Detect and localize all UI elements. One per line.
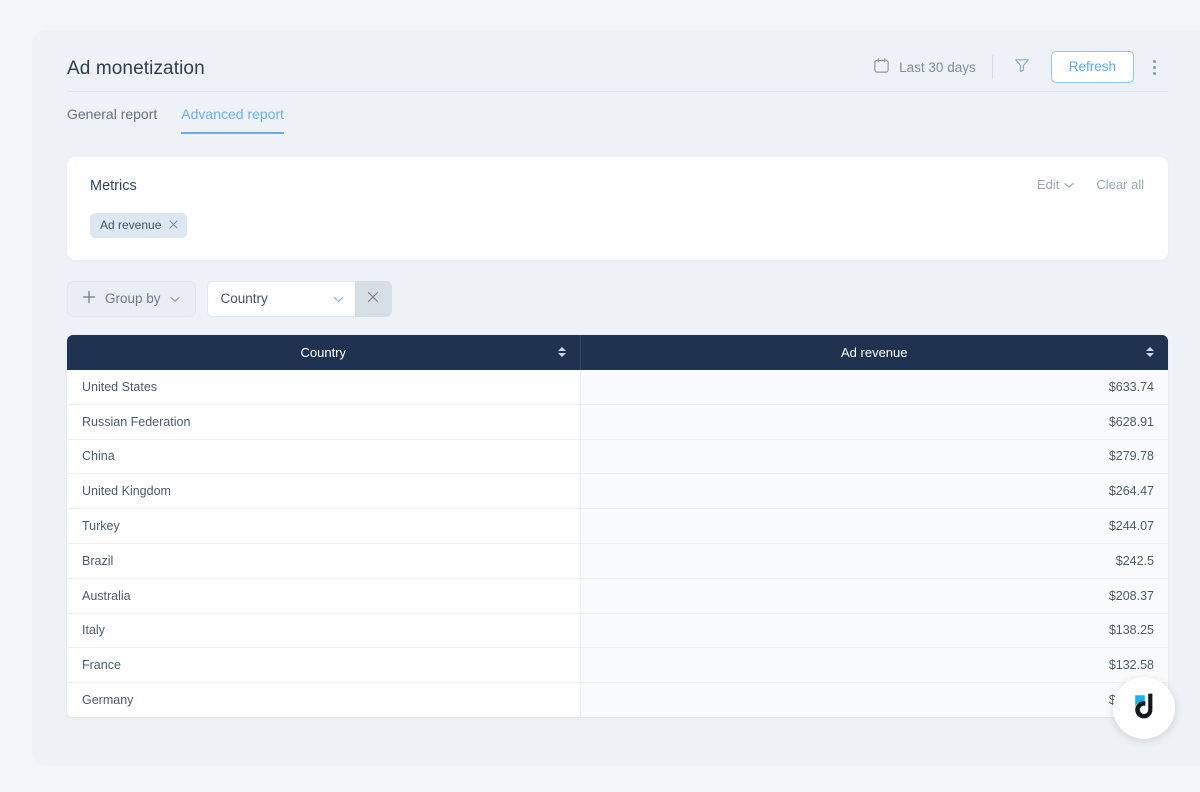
metrics-chip-list: Ad revenue xyxy=(90,212,1144,238)
column-header-ad-revenue-label: Ad revenue xyxy=(841,344,908,360)
cell-country: Brazil xyxy=(67,543,581,579)
calendar-icon xyxy=(873,57,890,77)
cell-country: China xyxy=(67,439,581,475)
filter-funnel-icon xyxy=(1013,56,1031,79)
table-row[interactable]: Australia $208.37 xyxy=(67,578,1168,614)
metric-chip-ad-revenue[interactable]: Ad revenue xyxy=(90,212,188,238)
cell-country: United States xyxy=(67,369,581,405)
cell-country: Turkey xyxy=(67,508,581,544)
group-by-row: Group by Country xyxy=(67,280,1168,317)
toolbar-divider xyxy=(991,55,993,79)
cell-country: Italy xyxy=(67,613,581,649)
plus-icon xyxy=(82,290,96,307)
column-header-country-label: Country xyxy=(300,344,347,360)
sort-updown-icon[interactable] xyxy=(557,347,566,357)
metrics-title: Metrics xyxy=(90,178,137,194)
chevron-down-icon xyxy=(169,291,180,306)
table-row[interactable]: Italy $138.25 xyxy=(67,613,1168,649)
table-row[interactable]: United States $633.74 xyxy=(67,369,1168,405)
chevron-down-icon xyxy=(1064,177,1074,192)
cell-country: Germany xyxy=(67,682,581,718)
table-row[interactable]: Russian Federation $628.91 xyxy=(67,404,1168,440)
table-row[interactable]: Germany $129.59 xyxy=(67,682,1168,718)
filter-button[interactable] xyxy=(1007,52,1037,82)
cell-country: United Kingdom xyxy=(67,473,581,510)
metrics-card: Metrics Edit Clear all Ad revenue xyxy=(67,157,1168,260)
cell-ad-revenue: $628.91 xyxy=(580,404,1168,440)
close-x-icon[interactable] xyxy=(169,220,178,229)
group-by-dimension-select[interactable]: Country xyxy=(206,280,355,317)
header-toolbar: Last 30 days Refresh xyxy=(873,39,1168,84)
report-content: Metrics Edit Clear all Ad revenue Group … xyxy=(32,138,1200,718)
more-vertical-icon[interactable] xyxy=(1140,52,1168,82)
app-panel: Ad monetization Last 30 days Refresh Gen… xyxy=(32,30,1200,766)
metrics-edit-button[interactable]: Edit xyxy=(1037,177,1074,192)
table-header-row: Country Ad revenue xyxy=(67,334,1168,370)
support-chat-button[interactable] xyxy=(1113,677,1175,739)
page-header: Ad monetization Last 30 days Refresh xyxy=(32,30,1200,92)
refresh-button[interactable]: Refresh xyxy=(1050,50,1134,84)
date-range-picker[interactable]: Last 30 days xyxy=(873,57,992,77)
report-tabs: General report Advanced report xyxy=(32,92,1200,138)
close-x-icon xyxy=(367,290,379,308)
metrics-card-header: Metrics Edit Clear all xyxy=(90,177,1144,194)
table-row[interactable]: Turkey $244.07 xyxy=(67,508,1168,544)
cell-ad-revenue: $633.74 xyxy=(580,369,1168,405)
cell-ad-revenue: $244.07 xyxy=(580,508,1168,544)
table-row[interactable]: Brazil $242.5 xyxy=(67,543,1168,579)
tab-advanced-report[interactable]: Advanced report xyxy=(169,92,296,134)
cell-ad-revenue: $264.47 xyxy=(580,473,1168,510)
report-table: Country Ad revenue United States $633.74 xyxy=(67,334,1168,718)
column-header-country[interactable]: Country xyxy=(67,334,580,370)
group-by-dimension-control: Country xyxy=(206,280,392,317)
metrics-edit-label: Edit xyxy=(1036,177,1060,192)
cell-ad-revenue: $129.59 xyxy=(580,682,1168,718)
cell-ad-revenue: $242.5 xyxy=(580,543,1168,579)
page-title: Ad monetization xyxy=(67,57,205,79)
cell-ad-revenue: $208.37 xyxy=(580,578,1168,614)
group-by-clear-button[interactable] xyxy=(354,280,392,317)
table-row[interactable]: United Kingdom $264.47 xyxy=(67,473,1168,510)
metrics-clear-all-button[interactable]: Clear all xyxy=(1096,177,1144,192)
cell-country: France xyxy=(67,647,581,684)
tab-general-report[interactable]: General report xyxy=(67,92,169,134)
group-by-label: Group by xyxy=(105,291,161,306)
add-group-by-button[interactable]: Group by xyxy=(67,280,196,317)
chevron-down-icon xyxy=(333,291,344,306)
table-row[interactable]: China $279.78 xyxy=(67,439,1168,475)
cell-ad-revenue: $132.58 xyxy=(580,647,1168,684)
devtodev-d-logo-icon xyxy=(1127,689,1161,728)
column-header-ad-revenue[interactable]: Ad revenue xyxy=(579,334,1168,370)
group-by-dimension-value: Country xyxy=(220,291,268,306)
sort-updown-icon[interactable] xyxy=(1146,347,1154,357)
cell-country: Russian Federation xyxy=(67,404,581,440)
cell-ad-revenue: $279.78 xyxy=(580,439,1168,475)
cell-ad-revenue: $138.25 xyxy=(580,613,1168,649)
table-body: United States $633.74 Russian Federation… xyxy=(67,369,1168,718)
metric-chip-label: Ad revenue xyxy=(100,217,162,232)
metrics-actions: Edit Clear all xyxy=(1037,177,1144,192)
table-row[interactable]: France $132.58 xyxy=(67,647,1168,684)
date-range-label: Last 30 days xyxy=(899,59,976,75)
cell-country: Australia xyxy=(67,578,581,614)
metrics-clear-all-label: Clear all xyxy=(1096,177,1144,192)
